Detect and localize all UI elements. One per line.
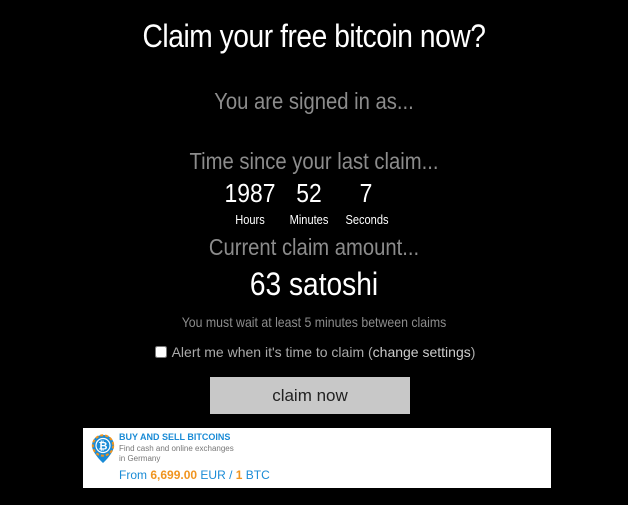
signed-in-text: You are signed in as... xyxy=(214,88,414,114)
ad-description: Find cash and online exchanges in German… xyxy=(119,444,319,464)
ad-title: BUY AND SELL BITCOINS xyxy=(119,432,231,442)
claim-amount: 63 satoshi xyxy=(249,266,379,302)
timer-minutes-label: Minutes xyxy=(289,212,329,227)
ad-banner[interactable]: ₿ BUY AND SELL BITCOINS Find cash and on… xyxy=(83,428,551,488)
wait-note: You must wait at least 5 minutes between… xyxy=(181,314,447,330)
timer-seconds-label: Seconds xyxy=(345,212,389,227)
alert-text-suffix: ) xyxy=(470,344,476,360)
ad-price-prefix: From xyxy=(119,468,151,482)
ad-price: From 6,699.00 EUR / 1 BTC xyxy=(119,468,270,482)
timer-minutes-value: 52 xyxy=(296,178,322,208)
svg-text:₿: ₿ xyxy=(99,440,108,453)
alert-checkbox[interactable] xyxy=(154,346,167,358)
alert-setting[interactable]: Alert me when it's time to claim (change… xyxy=(150,344,480,360)
claim-now-button[interactable]: claim now xyxy=(210,377,410,414)
timer-hours-value: 1987 xyxy=(224,178,276,208)
page-title: Claim your free bitcoin now? xyxy=(142,18,486,54)
ad-price-btc-unit: BTC xyxy=(242,468,270,482)
claim-amount-label: Current claim amount... xyxy=(208,234,420,260)
ad-desc-line1: Find cash and online exchanges xyxy=(119,444,234,453)
ad-price-currency: EUR / xyxy=(197,468,236,482)
time-since-label: Time since your last claim... xyxy=(189,148,439,174)
timer-hours-label: Hours xyxy=(235,212,265,227)
alert-text-prefix: Alert me when it's time to claim ( xyxy=(171,344,373,360)
bitcoin-location-pin-icon: ₿ xyxy=(91,434,115,463)
change-settings-link[interactable]: change settings xyxy=(373,344,471,360)
ad-desc-line2: in Germany xyxy=(119,454,161,463)
alert-text: Alert me when it's time to claim (change… xyxy=(172,344,476,360)
ad-price-value: 6,699.00 xyxy=(150,468,198,482)
timer-seconds-value: 7 xyxy=(359,178,373,208)
